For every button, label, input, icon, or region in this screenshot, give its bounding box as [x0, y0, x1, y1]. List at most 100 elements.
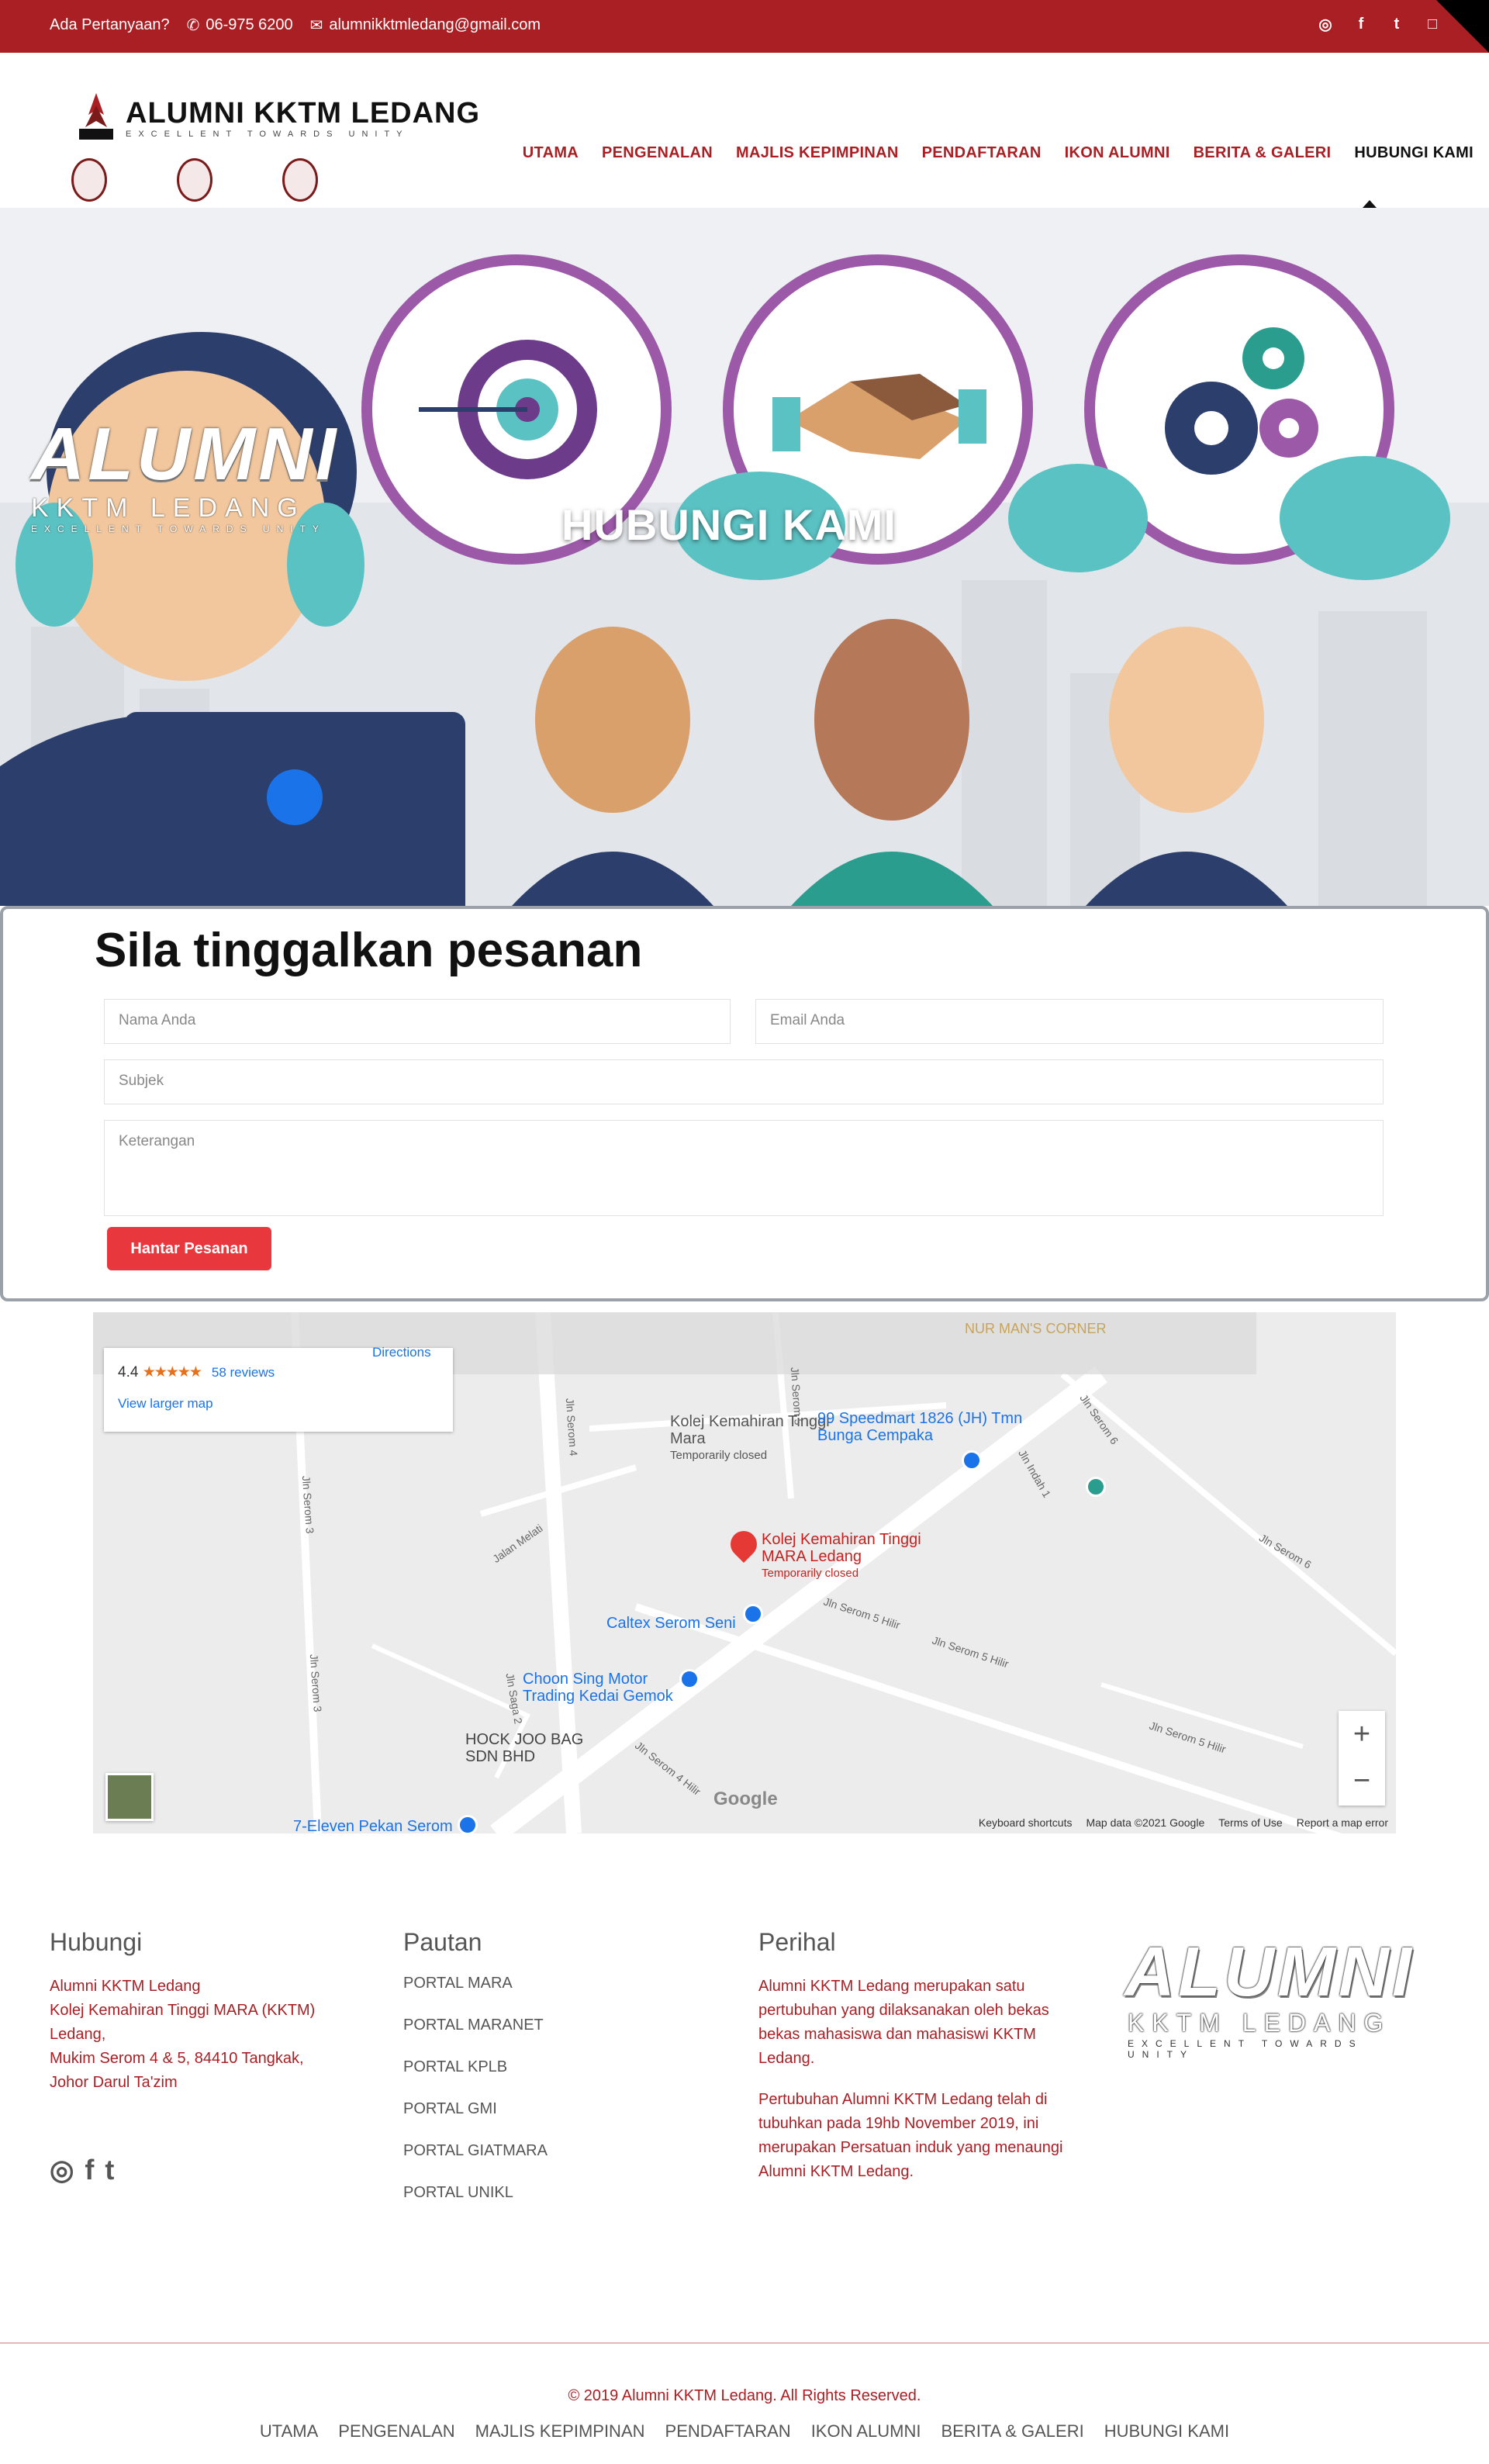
map-footer: Keyboard shortcuts Map data ©2021 Google…	[979, 1816, 1388, 1829]
top-bar: Ada Pertanyaan? ✆ 06-975 6200 ✉ alumnikktm…	[0, 0, 1489, 53]
hero-title-wrap: HUBUNGI KAMI	[0, 499, 1489, 550]
zoom-controls: + −	[1339, 1711, 1385, 1806]
shop-icon[interactable]	[962, 1450, 982, 1470]
map-top-label: NUR MAN'S CORNER	[965, 1321, 1107, 1336]
footer-logo-mid: KKTM LEDANG	[1128, 2009, 1391, 2037]
nav-hubungi-kami[interactable]: HUBUNGI KAMI	[1354, 144, 1473, 162]
phone-icon: ✆	[186, 17, 200, 34]
perihal-p1: Alumni KKTM Ledang merupakan satu pertub…	[758, 1978, 1049, 2067]
address-line: Kolej Kemahiran Tinggi MARA (KKTM) Ledan…	[50, 2002, 316, 2043]
facebook-icon[interactable]: f	[1351, 14, 1371, 34]
link-portal-gmi[interactable]: PORTAL GMI	[403, 2100, 497, 2118]
place-seven[interactable]: 7-Eleven Pekan Serom	[293, 1818, 453, 1833]
link-portal-unikl[interactable]: PORTAL UNIKL	[403, 2184, 513, 2202]
place-choon[interactable]: Choon Sing Motor Trading Kedai Gemok	[523, 1671, 678, 1705]
footer-nav-utama[interactable]: UTAMA	[260, 2421, 318, 2442]
name-input[interactable]: Nama Anda	[104, 999, 731, 1044]
instagram-icon[interactable]: ◎	[50, 2154, 74, 2186]
message-textarea[interactable]: Keterangan	[104, 1120, 1384, 1216]
main-nav: UTAMA PENGENALAN MAJLIS KEPIMPINAN PENDA…	[523, 144, 1473, 162]
nav-berita-galeri[interactable]: BERITA & GALERI	[1194, 144, 1332, 162]
footer-nav-berita[interactable]: BERITA & GALERI	[941, 2421, 1084, 2442]
directions-link[interactable]: Directions	[372, 1345, 431, 1360]
nav-pendaftaran[interactable]: PENDAFTARAN	[922, 144, 1042, 162]
gas-station-icon[interactable]	[743, 1604, 763, 1624]
header: ALUMNI KKTM LEDANG EXCELLENT TOWARDS UNI…	[0, 53, 1489, 208]
rating-stars: ★★★★★	[142, 1364, 202, 1381]
place-speedmart[interactable]: 99 Speedmart 1826 (JH) Tmn Bunga Cempaka	[817, 1410, 1027, 1444]
footer-perihal-title: Perihal	[758, 1928, 836, 1956]
corner-ribbon[interactable]	[1436, 0, 1489, 53]
google-logo: Google	[713, 1788, 778, 1809]
footer-nav-majlis[interactable]: MAJLIS KEPIMPINAN	[475, 2421, 645, 2442]
twitter-icon[interactable]: t	[1387, 14, 1407, 34]
footer-logo-big: ALUMNI	[1125, 1934, 1415, 2011]
shop-icon[interactable]	[458, 1815, 478, 1833]
place-caltex[interactable]: Caltex Serom Seni	[606, 1615, 736, 1632]
place-kolej-main-status: Temporarily closed	[762, 1567, 859, 1580]
partner-seals	[71, 158, 318, 202]
nav-pengenalan[interactable]: PENGENALAN	[602, 144, 713, 162]
place-hock[interactable]: HOCK JOO BAG SDN BHD	[465, 1731, 589, 1765]
place-kolej-grey[interactable]: Kolej Kemahiran Tinggi Mara	[670, 1413, 833, 1447]
phone-link[interactable]: ✆ 06-975 6200	[187, 16, 293, 35]
footer-nav-pengenalan[interactable]: PENGENALAN	[338, 2421, 454, 2442]
email-icon: ✉	[309, 17, 323, 34]
footer-pautan-title: Pautan	[403, 1928, 482, 1956]
email-text: alumnikktmledang@gmail.com	[329, 16, 541, 33]
footer-nav-ikon[interactable]: IKON ALUMNI	[811, 2421, 921, 2442]
map-data-text: Map data ©2021 Google	[1086, 1816, 1205, 1829]
seal-icon	[177, 158, 212, 202]
footer-divider	[0, 2342, 1489, 2344]
footer-nav-pendaftaran[interactable]: PENDAFTARAN	[665, 2421, 791, 2442]
subject-input[interactable]: Subjek	[104, 1059, 1384, 1104]
active-nav-caret-icon	[1363, 200, 1377, 208]
zoom-out-button[interactable]: −	[1339, 1757, 1385, 1804]
perihal-p2: Pertubuhan Alumni KKTM Ledang telah di t…	[758, 2091, 1063, 2180]
place-icon[interactable]	[1086, 1477, 1106, 1497]
footer-nav: UTAMA PENGENALAN MAJLIS KEPIMPINAN PENDA…	[0, 2421, 1489, 2442]
facebook-icon[interactable]: f	[85, 2154, 94, 2186]
hero-title: HUBUNGI KAMI	[561, 500, 897, 549]
footer-nav-hubungi[interactable]: HUBUNGI KAMI	[1104, 2421, 1229, 2442]
link-portal-giatmara[interactable]: PORTAL GIATMARA	[403, 2142, 548, 2160]
brand-tagline: EXCELLENT TOWARDS UNITY	[126, 130, 409, 139]
rating-value: 4.4	[118, 1364, 139, 1381]
terms-link[interactable]: Terms of Use	[1218, 1816, 1282, 1829]
email-input[interactable]: Email Anda	[755, 999, 1384, 1044]
submit-button[interactable]: Hantar Pesanan	[107, 1227, 271, 1270]
link-portal-mara[interactable]: PORTAL MARA	[403, 1975, 513, 1992]
copyright: © 2019 Alumni KKTM Ledang. All Rights Re…	[568, 2387, 921, 2404]
nav-ikon-alumni[interactable]: IKON ALUMNI	[1065, 144, 1170, 162]
rating: 4.4 ★★★★★ 58 reviews	[118, 1363, 275, 1381]
address-line: Mukim Serom 4 & 5, 84410 Tangkak,	[50, 2050, 304, 2067]
footer-hubungi-title: Hubungi	[50, 1928, 143, 1956]
nav-utama[interactable]: UTAMA	[523, 144, 579, 162]
place-kolej-main[interactable]: Kolej Kemahiran Tinggi MARA Ledang	[762, 1531, 932, 1565]
reviews-link[interactable]: 58 reviews	[212, 1365, 275, 1380]
footer-socials: ◎ f t	[50, 2154, 114, 2186]
map-info-card: Directions 4.4 ★★★★★ 58 reviews View larg…	[104, 1345, 453, 1432]
twitter-icon[interactable]: t	[105, 2154, 114, 2186]
nav-majlis-kepimpinan[interactable]: MAJLIS KEPIMPINAN	[736, 144, 899, 162]
email-link[interactable]: ✉ alumnikktmledang@gmail.com	[310, 16, 541, 35]
address-line: Johor Darul Ta'zim	[50, 2074, 178, 2091]
seal-icon	[71, 158, 107, 202]
place-kolej-grey-status: Temporarily closed	[670, 1449, 768, 1462]
shop-icon[interactable]	[679, 1669, 700, 1689]
report-error-link[interactable]: Report a map error	[1297, 1816, 1388, 1829]
satellite-toggle[interactable]	[105, 1773, 154, 1821]
site-logo[interactable]: ALUMNI KKTM LEDANG EXCELLENT TOWARDS UNI…	[74, 92, 480, 146]
footer-address: Alumni KKTM Ledang Kolej Kemahiran Tingg…	[50, 1975, 344, 2095]
zoom-in-button[interactable]: +	[1339, 1711, 1385, 1757]
phone-text: 06-975 6200	[206, 16, 293, 33]
hero-banner: ALUMNI KKTM LEDANG EXCELLENT TOWARDS UNI…	[0, 208, 1489, 906]
whatsapp-icon[interactable]: ◎	[1315, 14, 1335, 34]
footer-logo-small: EXCELLENT TOWARDS UNITY	[1128, 2038, 1363, 2060]
view-larger-map-link[interactable]: View larger map	[118, 1396, 213, 1412]
overlay-big-text: ALUMNI	[31, 413, 340, 496]
link-portal-kplb[interactable]: PORTAL KPLB	[403, 2058, 507, 2076]
google-map[interactable]: NUR MAN'S CORNER Directions 4.4 ★★★★★ 58 …	[93, 1312, 1396, 1833]
link-portal-maranet[interactable]: PORTAL MARANET	[403, 2016, 544, 2034]
keyboard-shortcuts-link[interactable]: Keyboard shortcuts	[979, 1816, 1073, 1829]
